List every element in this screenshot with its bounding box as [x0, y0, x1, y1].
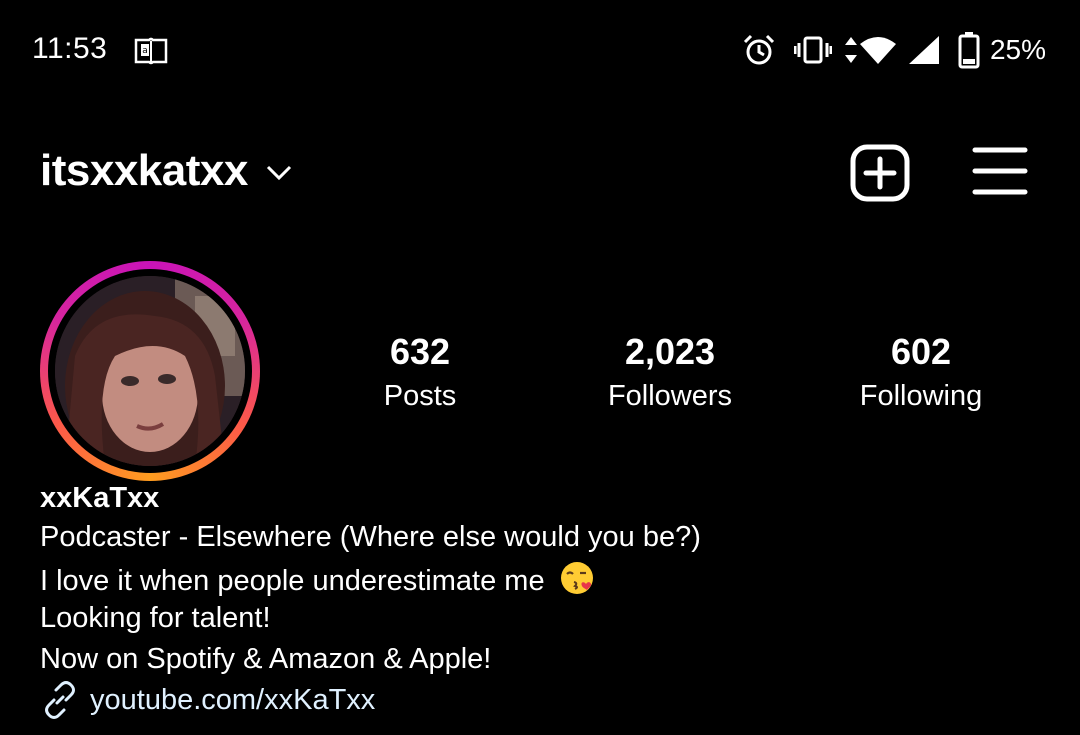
bio-line: Now on Spotify & Amazon & Apple! — [40, 643, 492, 675]
bio-line: I love it when people underestimate me — [40, 560, 595, 599]
followers-count: 2,023 — [624, 331, 716, 372]
alarm-icon — [743, 34, 775, 65]
posts-stat[interactable]: 632 Posts — [310, 330, 530, 416]
svg-text:a: a — [142, 46, 148, 56]
bio-line: Podcaster - Elsewhere (Where else would … — [40, 521, 701, 553]
status-icons: 25% — [742, 30, 1046, 70]
hamburger-menu-icon[interactable] — [972, 146, 1028, 196]
posts-count: 632 — [389, 331, 451, 372]
cell-signal-icon — [908, 36, 939, 64]
followers-stat[interactable]: 2,023 Followers — [560, 330, 780, 416]
battery-icon — [958, 32, 980, 69]
display-name: xxKaTxx — [40, 482, 160, 514]
status-time: 11:53 — [32, 32, 108, 65]
following-label: Following — [859, 380, 983, 412]
profile-photo — [55, 276, 245, 466]
book-icon: a — [134, 37, 168, 65]
following-count: 602 — [890, 331, 952, 372]
avatar[interactable] — [40, 261, 260, 481]
followers-label: Followers — [607, 380, 733, 412]
link-icon — [45, 681, 75, 719]
chevron-down-icon[interactable] — [264, 160, 294, 184]
bio-line-text: I love it when people underestimate me — [40, 565, 545, 597]
kissing-face-emoji — [560, 562, 593, 594]
profile-link[interactable]: youtube.com/xxKaTxx — [40, 680, 375, 720]
vibrate-icon — [793, 36, 832, 64]
profile-link-text[interactable]: youtube.com/xxKaTxx — [90, 684, 375, 717]
posts-label: Posts — [383, 380, 457, 412]
status-bar: 11:53 a 25% — [0, 0, 1080, 100]
bio-line: Looking for talent! — [40, 602, 271, 634]
data-arrows-icon — [844, 37, 857, 63]
battery-percent: 25% — [989, 34, 1046, 65]
username-switcher[interactable]: itsxxkatxx — [40, 146, 248, 196]
wifi-icon — [859, 37, 896, 64]
following-stat[interactable]: 602 Following — [811, 330, 1031, 416]
plus-square-icon[interactable] — [850, 144, 910, 202]
